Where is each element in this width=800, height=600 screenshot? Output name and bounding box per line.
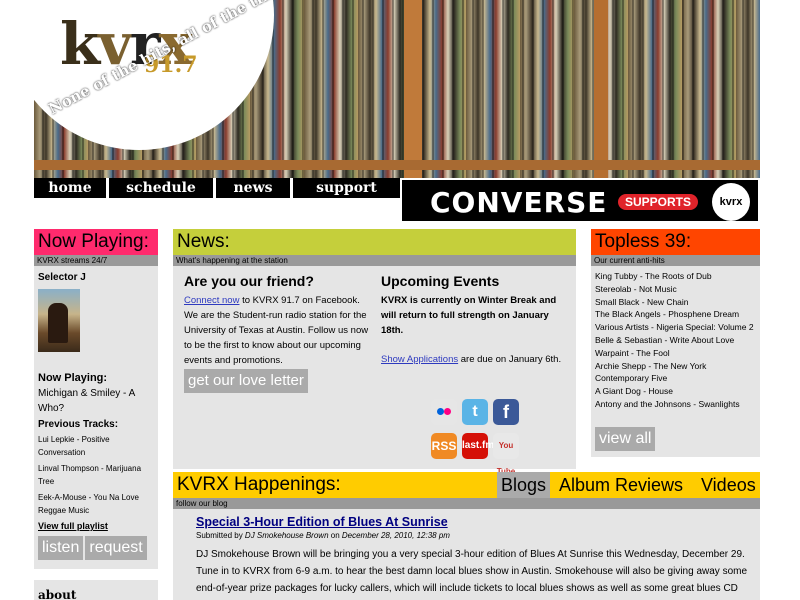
list-item[interactable]: Small Black - New Chain: [595, 296, 760, 309]
events-heading: Upcoming Events: [381, 273, 500, 289]
about-title: about: [38, 588, 77, 600]
topless-panel: Topless 39: Our current anti-hits King T…: [591, 229, 760, 457]
shelf-post: [404, 0, 422, 178]
news-subtitle: What's happening at the station: [173, 255, 576, 266]
connect-now-link[interactable]: Connect now: [184, 295, 239, 306]
current-track: Michigan & Smiley - A Who?: [38, 388, 135, 414]
blog-post-body: DJ Smokehouse Brown will be bringing you…: [196, 549, 748, 594]
list-item[interactable]: King Tubby - The Roots of Dub: [595, 270, 760, 283]
nav-home[interactable]: home: [34, 178, 109, 198]
list-item[interactable]: Archie Shepp - The New York Contemporary…: [595, 360, 745, 386]
post-author[interactable]: DJ Smokehouse Brown: [245, 531, 329, 540]
shelf-post: [594, 0, 608, 178]
facebook-icon[interactable]: f: [493, 399, 519, 425]
current-track-label: Now Playing:: [38, 372, 108, 384]
friend-text: Connect now to KVRX 91.7 on Facebook. We…: [184, 293, 372, 368]
page: kvrx 91.7 None of the hits, all of the t…: [0, 0, 800, 600]
main-nav: home schedule news support: [34, 178, 400, 198]
tab-blogs[interactable]: Blogs: [497, 472, 551, 498]
topless-list: King Tubby - The Roots of Dub Stereolab …: [591, 266, 760, 411]
topless-subtitle: Our current anti-hits: [591, 255, 760, 266]
converse-brand: CONVERSE: [430, 186, 608, 219]
topless-title: Topless 39:: [591, 229, 760, 255]
about-panel: about: [34, 580, 158, 600]
applications-body: are due on January 6th.: [458, 354, 562, 365]
news-title: News:: [173, 229, 576, 255]
kvrx-small-logo: kvrx 91.7: [712, 183, 750, 246]
nav-schedule[interactable]: schedule: [109, 178, 216, 198]
previous-track: Lui Lepkie - Positive Conversation: [38, 435, 110, 457]
post-date: December 28, 2010, 12:38 pm: [341, 531, 450, 540]
tab-videos[interactable]: Videos: [701, 472, 756, 498]
stream-buttons: listen request: [38, 536, 147, 560]
happenings-subtitle: follow our blog: [173, 498, 760, 509]
nav-news[interactable]: news: [216, 178, 293, 198]
view-all-button[interactable]: view all: [595, 427, 656, 451]
shelf-board: [34, 160, 760, 170]
list-item[interactable]: A Giant Dog - House: [595, 385, 760, 398]
happenings-panel: KVRX Happenings: Blogs Album Reviews Vid…: [173, 472, 760, 600]
header-banner: kvrx 91.7 None of the hits, all of the t…: [34, 0, 760, 178]
list-item[interactable]: Various Artists - Nigeria Special: Volum…: [595, 321, 760, 334]
show-applications-link[interactable]: Show Applications: [381, 354, 458, 365]
previous-track: Eek-A-Mouse - You Na Love Reggae Music: [38, 493, 139, 515]
love-letter-button[interactable]: get our love letter: [184, 369, 308, 393]
nav-support[interactable]: support: [293, 178, 400, 198]
view-full-playlist-link[interactable]: View full playlist: [34, 517, 158, 531]
news-panel: News: What's happening at the station Ar…: [173, 229, 576, 476]
list-item[interactable]: Antony and the Johnsons - Swanlights: [595, 398, 760, 411]
events-section: Upcoming Events KVRX is currently on Win…: [381, 273, 571, 367]
previous-tracks-label: Previous Tracks:: [38, 419, 119, 430]
logo-letter: k: [60, 10, 100, 78]
tab-album-reviews[interactable]: Album Reviews: [559, 472, 683, 498]
list-item[interactable]: Stereolab - Not Music: [595, 283, 760, 296]
list-item[interactable]: Warpaint - The Fool: [595, 347, 760, 360]
dj-name: Selector J: [38, 272, 86, 283]
supports-badge: SUPPORTS: [618, 194, 698, 210]
blog-post-meta: Submitted by DJ Smokehouse Brown on Dece…: [173, 529, 760, 540]
dj-photo[interactable]: [38, 289, 80, 352]
now-playing-subtitle: KVRX streams 24/7: [34, 255, 158, 266]
previous-track: Linval Thompson - Marijuana Tree: [38, 464, 142, 486]
applications-text: Show Applications are due on January 6th…: [381, 352, 571, 367]
friend-heading: Are you our friend?: [184, 273, 314, 289]
winter-break-notice: KVRX is currently on Winter Break and wi…: [381, 295, 557, 336]
meta-prefix: Submitted by: [196, 531, 245, 540]
blog-post-title[interactable]: Special 3-Hour Edition of Blues At Sunri…: [173, 509, 760, 529]
meta-mid: on: [328, 531, 342, 540]
flickr-icon[interactable]: [431, 399, 457, 425]
now-playing-title: Now Playing:: [34, 229, 158, 255]
listen-button[interactable]: listen: [38, 536, 84, 560]
list-item[interactable]: The Black Angels - Phosphene Dream: [595, 308, 760, 321]
friend-section: Are you our friend? Connect now to KVRX …: [184, 273, 372, 368]
list-item[interactable]: Belle & Sebastian - Write About Love: [595, 334, 760, 347]
happenings-header: KVRX Happenings: Blogs Album Reviews Vid…: [173, 472, 760, 498]
rss-icon[interactable]: RSS: [431, 433, 457, 459]
twitter-icon[interactable]: t: [462, 399, 488, 425]
lastfm-icon[interactable]: last.fm: [462, 433, 494, 459]
youtube-icon[interactable]: You Tube: [493, 433, 519, 476]
converse-banner[interactable]: CONVERSE SUPPORTS kvrx 91.7: [400, 178, 760, 246]
now-playing-panel: Now Playing: KVRX streams 24/7 Selector …: [34, 229, 158, 569]
request-button[interactable]: request: [85, 536, 147, 560]
